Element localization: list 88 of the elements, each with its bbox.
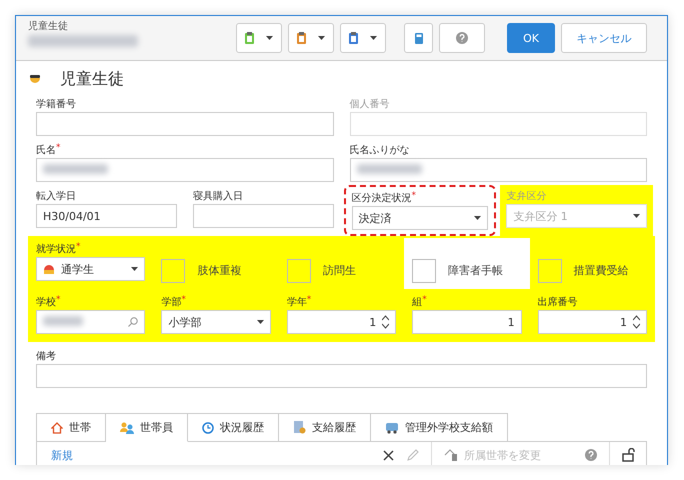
- page-heading: 児童生徒: [60, 69, 124, 90]
- field-label: 就学状況: [36, 242, 76, 256]
- house-person-icon: [444, 449, 458, 461]
- caret-icon: [256, 320, 264, 324]
- checkbox[interactable]: [412, 258, 436, 282]
- field-value: 1: [620, 316, 627, 328]
- spinner-icon[interactable]: [382, 315, 390, 329]
- field-label: 学校: [36, 296, 56, 309]
- calculator-button[interactable]: [404, 23, 433, 53]
- caret-icon: [370, 36, 377, 40]
- input-field[interactable]: [36, 112, 334, 136]
- caret-icon: [318, 36, 325, 40]
- tab[interactable]: 世帯員: [106, 413, 188, 442]
- input-field[interactable]: 1: [412, 310, 522, 334]
- field-label: 個人番号: [350, 98, 390, 111]
- caret-icon: [474, 216, 482, 220]
- select-field[interactable]: 小学部: [161, 310, 271, 334]
- select-value: 通学生: [61, 262, 95, 276]
- input-field[interactable]: 1: [538, 310, 647, 334]
- new-link[interactable]: 新規: [51, 448, 371, 462]
- field-label: 氏名: [36, 144, 56, 157]
- ledger-icon: [293, 421, 306, 434]
- house-icon: [51, 422, 63, 434]
- checkbox-label: 障害者手帳: [448, 263, 504, 278]
- clock-icon: [202, 422, 214, 434]
- input-field[interactable]: [36, 364, 647, 388]
- spinner-icon[interactable]: [633, 315, 640, 329]
- field-value: 1: [508, 316, 515, 328]
- help-button[interactable]: [439, 23, 485, 53]
- field-label: 学年: [286, 296, 307, 309]
- ok-button[interactable]: OK: [507, 23, 555, 53]
- input-field[interactable]: H30/04/01: [36, 204, 177, 228]
- help-icon: [585, 449, 597, 461]
- close-icon[interactable]: [383, 450, 394, 460]
- field-label: 組: [412, 296, 422, 309]
- checkbox[interactable]: [538, 258, 562, 282]
- select-field[interactable]: 通学生: [36, 257, 146, 281]
- clipboard-button[interactable]: [340, 23, 386, 53]
- tab[interactable]: 支給履歴: [279, 413, 371, 442]
- tab[interactable]: 世帯: [36, 413, 106, 442]
- input-field[interactable]: [36, 158, 334, 182]
- window-title: 児童生徒: [28, 20, 68, 33]
- required-mark: *: [422, 295, 427, 305]
- caret-icon: [633, 214, 640, 218]
- field-label: 学籍番号: [36, 98, 76, 111]
- required-mark: *: [306, 295, 312, 305]
- bus-icon: [385, 422, 399, 434]
- required-mark: *: [56, 295, 60, 305]
- help-icon: [456, 32, 468, 44]
- clipboard-button[interactable]: [288, 23, 334, 53]
- checkbox[interactable]: [286, 258, 311, 282]
- field-label: 転入学日: [36, 190, 76, 203]
- select-value: 決定済: [358, 210, 392, 226]
- input-field[interactable]: [36, 310, 146, 334]
- field-value: 1: [369, 316, 376, 328]
- field-label: 区分決定状況: [352, 192, 412, 205]
- tab[interactable]: 管理外学校支給額: [371, 413, 508, 442]
- required-mark: *: [412, 191, 416, 201]
- cancel-button[interactable]: キャンセル: [561, 23, 647, 53]
- select-field[interactable]: 決定済: [352, 206, 488, 230]
- field-label: 支弁区分: [506, 190, 546, 203]
- checkbox-label: 措置費受給: [574, 263, 629, 278]
- input-field[interactable]: [350, 158, 647, 182]
- input-field[interactable]: [192, 204, 334, 228]
- input-field[interactable]: 1: [286, 310, 396, 334]
- caret-icon: [266, 36, 273, 40]
- checkbox[interactable]: [161, 258, 186, 282]
- field-label: 学部: [161, 296, 182, 309]
- clipboard-button[interactable]: [236, 23, 282, 53]
- checkbox-label: 肢体重複: [197, 263, 242, 278]
- student-head-icon: [30, 75, 40, 84]
- select-value: 小学部: [168, 314, 202, 330]
- required-mark: *: [76, 242, 80, 252]
- calculator-icon: [414, 32, 422, 44]
- tab[interactable]: 状況履歴: [188, 413, 279, 442]
- field-label: 寝具購入日: [192, 190, 243, 203]
- people-icon: [120, 422, 134, 434]
- unlock-icon[interactable]: [622, 448, 636, 462]
- field-label: 氏名ふりがな: [350, 144, 410, 157]
- checkbox-label: 訪問生: [322, 263, 356, 278]
- field-label: 備考: [36, 350, 56, 363]
- field-value: H30/04/01: [43, 210, 101, 222]
- select-value: 支弁区分 1: [513, 208, 569, 224]
- search-icon: [128, 317, 138, 327]
- required-mark: *: [56, 143, 60, 153]
- field-label: 出席番号: [538, 296, 578, 309]
- required-mark: *: [181, 295, 186, 305]
- caret-icon: [131, 267, 138, 271]
